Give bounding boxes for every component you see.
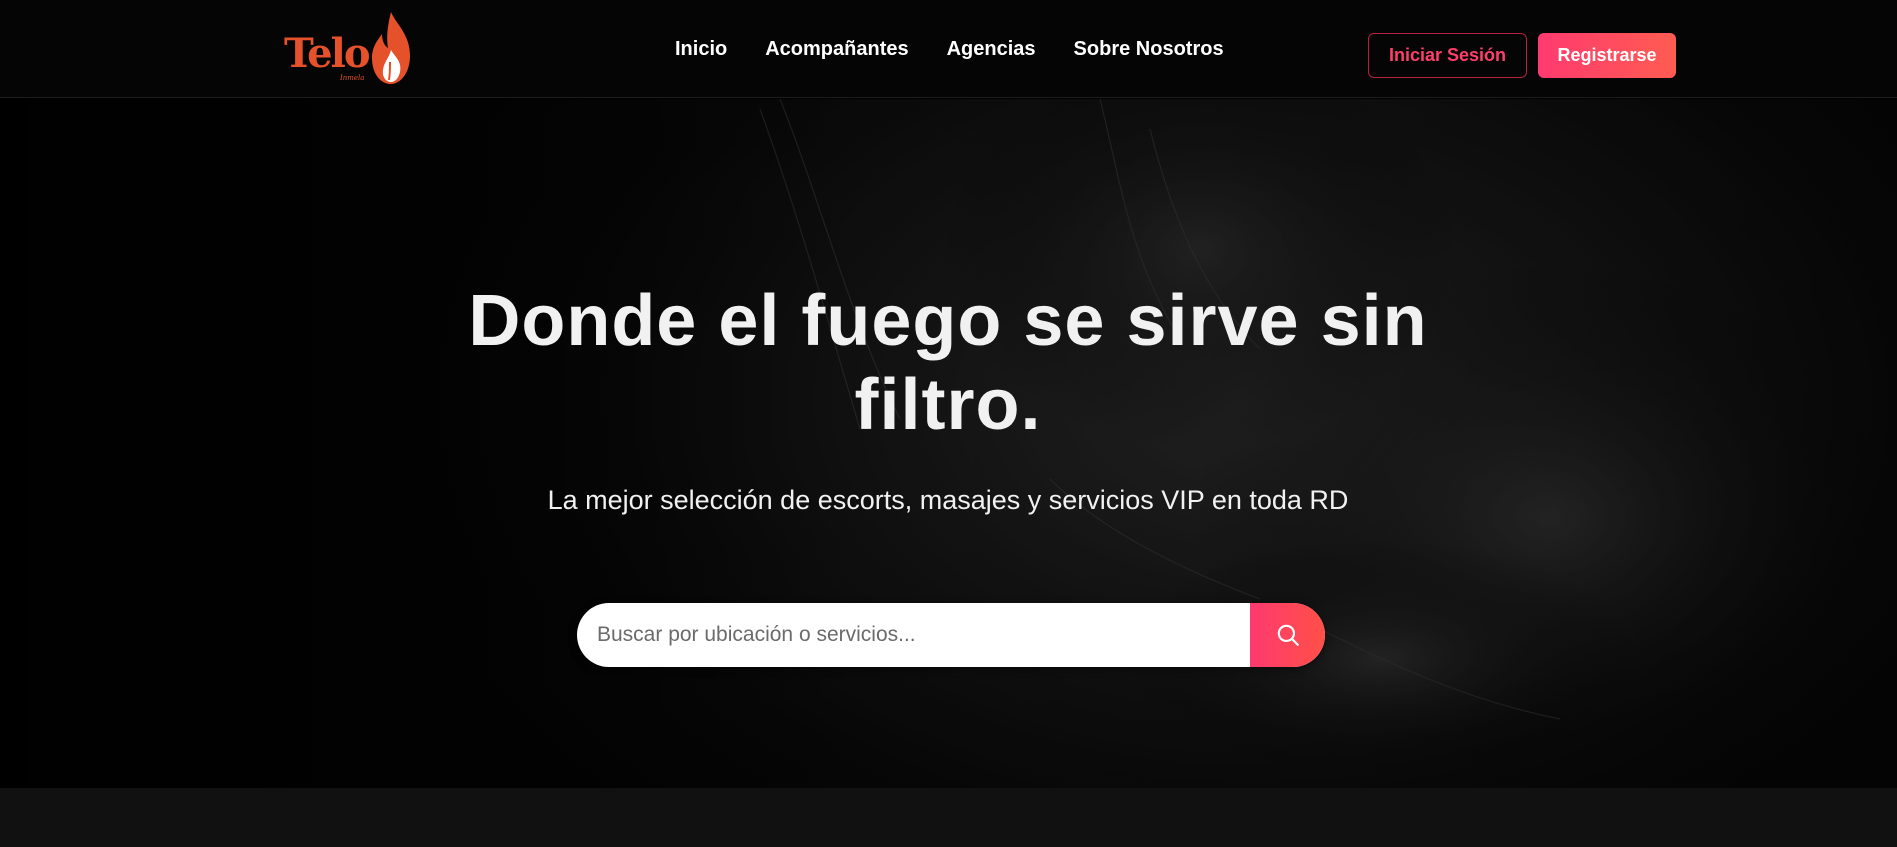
search-button[interactable] bbox=[1250, 603, 1325, 667]
search-icon bbox=[1277, 624, 1299, 646]
logo-text: Telo bbox=[284, 30, 370, 77]
logo[interactable]: Telo Inmela bbox=[284, 10, 414, 88]
nav-item-sobre-nosotros[interactable]: Sobre Nosotros bbox=[1074, 38, 1224, 61]
nav-item-acompanantes[interactable]: Acompañantes bbox=[765, 38, 908, 61]
flame-icon bbox=[372, 12, 410, 84]
register-button[interactable]: Registrarse bbox=[1538, 33, 1676, 78]
nav-item-agencias[interactable]: Agencias bbox=[947, 38, 1036, 61]
logo-subtext: Inmela bbox=[340, 74, 365, 82]
main-nav: Inicio Acompañantes Agencias Sobre Nosot… bbox=[675, 0, 1262, 98]
login-button[interactable]: Iniciar Sesión bbox=[1368, 33, 1527, 78]
hero-subtitle: La mejor selección de escorts, masajes y… bbox=[547, 485, 1349, 515]
nav-item-inicio[interactable]: Inicio bbox=[675, 38, 727, 61]
next-section bbox=[0, 788, 1897, 847]
hero-title: Donde el fuego se sirve sin filtro. bbox=[468, 281, 1428, 445]
site-header: Telo Inmela Inicio Acompañantes Agencias… bbox=[0, 0, 1897, 98]
search-input[interactable] bbox=[577, 603, 1250, 667]
hero-section: Donde el fuego se sirve sin filtro. La m… bbox=[0, 99, 1897, 788]
search-bar bbox=[577, 603, 1325, 667]
